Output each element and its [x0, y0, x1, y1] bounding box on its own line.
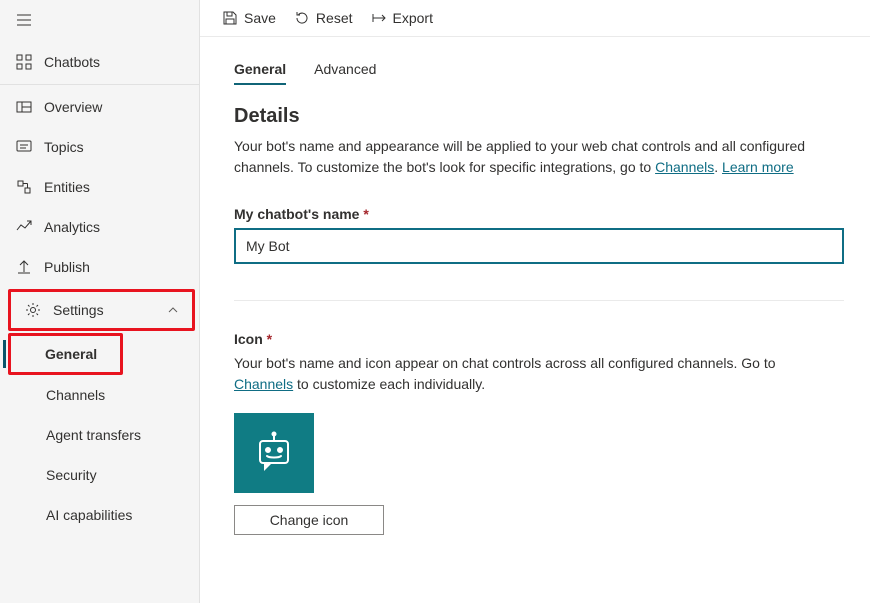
- chevron-up-icon: [168, 305, 178, 315]
- tab-advanced[interactable]: Advanced: [314, 55, 376, 85]
- details-description: Your bot's name and appearance will be a…: [234, 136, 836, 178]
- grid-icon: [16, 54, 32, 70]
- topics-icon: [16, 139, 32, 155]
- subnav-item-channels[interactable]: Channels: [0, 375, 199, 415]
- sidebar-item-entities[interactable]: Entities: [0, 167, 199, 207]
- publish-icon: [16, 259, 32, 275]
- subnav-item-general[interactable]: General: [8, 333, 123, 375]
- name-field-label: My chatbot's name *: [234, 206, 836, 222]
- icon-field-label: Icon *: [234, 331, 836, 347]
- toolbar: Save Reset Export: [200, 0, 870, 37]
- content: General Advanced Details Your bot's name…: [200, 37, 870, 553]
- sidebar-settings-label: Settings: [53, 302, 104, 318]
- subnav-item-agent-transfers[interactable]: Agent transfers: [0, 415, 199, 455]
- bot-icon-preview: [234, 413, 314, 493]
- subnav-label: Security: [46, 467, 97, 483]
- save-icon: [222, 10, 238, 26]
- entities-icon: [16, 179, 32, 195]
- export-icon: [371, 10, 387, 26]
- overview-icon: [16, 99, 32, 115]
- sidebar: Chatbots Overview Topics Entities Ana: [0, 0, 200, 603]
- hamburger-menu[interactable]: [0, 0, 199, 40]
- sidebar-item-analytics[interactable]: Analytics: [0, 207, 199, 247]
- change-icon-label: Change icon: [270, 512, 349, 528]
- details-title: Details: [234, 105, 836, 128]
- divider: [234, 300, 844, 301]
- icon-description: Your bot's name and icon appear on chat …: [234, 353, 836, 395]
- subnav-label: Agent transfers: [46, 427, 141, 443]
- learn-more-link[interactable]: Learn more: [722, 159, 794, 175]
- channels-link-2[interactable]: Channels: [234, 376, 293, 392]
- save-button[interactable]: Save: [222, 10, 276, 26]
- subnav-label: AI capabilities: [46, 507, 132, 523]
- required-asterisk: *: [267, 331, 272, 347]
- sidebar-chatbots[interactable]: Chatbots: [0, 40, 199, 85]
- tabs: General Advanced: [234, 55, 836, 85]
- channels-link[interactable]: Channels: [655, 159, 714, 175]
- tab-label: Advanced: [314, 61, 376, 77]
- export-button[interactable]: Export: [371, 10, 433, 26]
- gear-icon: [25, 302, 41, 318]
- sidebar-item-label: Overview: [44, 99, 102, 115]
- sidebar-item-label: Entities: [44, 179, 90, 195]
- reset-icon: [294, 10, 310, 26]
- sidebar-item-publish[interactable]: Publish: [0, 247, 199, 287]
- hamburger-icon: [16, 12, 183, 28]
- required-asterisk: *: [363, 206, 368, 222]
- sidebar-chatbots-label: Chatbots: [44, 54, 100, 70]
- analytics-icon: [16, 219, 32, 235]
- sidebar-item-label: Analytics: [44, 219, 100, 235]
- main-panel: Save Reset Export General: [200, 0, 870, 603]
- subnav-label: Channels: [46, 387, 105, 403]
- export-label: Export: [393, 10, 433, 26]
- settings-subnav: General Channels Agent transfers Securit…: [0, 333, 199, 535]
- chatbot-name-input[interactable]: [234, 228, 844, 264]
- subnav-item-ai-capabilities[interactable]: AI capabilities: [0, 495, 199, 535]
- tab-general[interactable]: General: [234, 55, 286, 85]
- save-label: Save: [244, 10, 276, 26]
- subnav-item-security[interactable]: Security: [0, 455, 199, 495]
- subnav-label: General: [45, 346, 97, 362]
- sidebar-item-label: Topics: [44, 139, 84, 155]
- sidebar-item-topics[interactable]: Topics: [0, 127, 199, 167]
- tab-label: General: [234, 61, 286, 77]
- reset-label: Reset: [316, 10, 353, 26]
- sidebar-item-label: Publish: [44, 259, 90, 275]
- sidebar-item-settings[interactable]: Settings: [8, 289, 195, 331]
- sidebar-item-overview[interactable]: Overview: [0, 87, 199, 127]
- change-icon-button[interactable]: Change icon: [234, 505, 384, 535]
- reset-button[interactable]: Reset: [294, 10, 353, 26]
- bot-icon: [250, 429, 298, 477]
